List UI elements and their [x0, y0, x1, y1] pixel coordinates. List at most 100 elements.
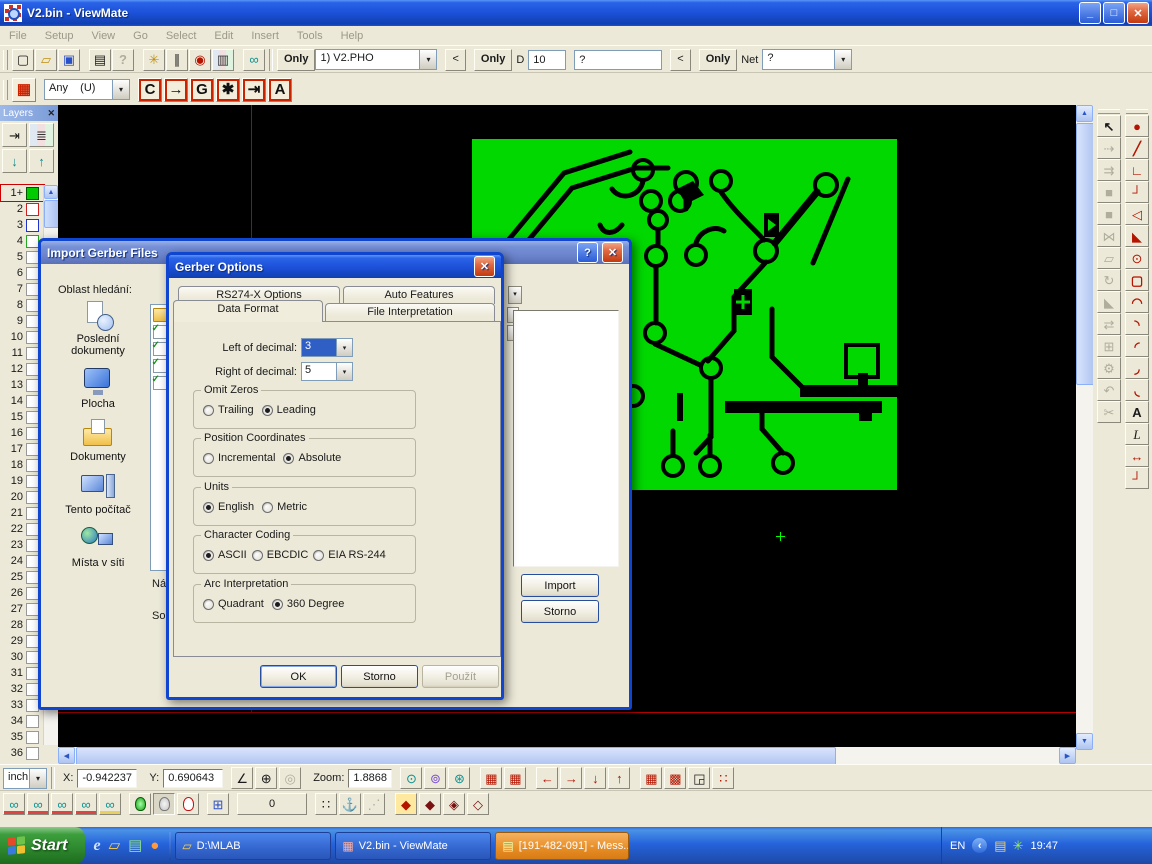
swap-button[interactable]: ⇄	[1097, 313, 1121, 335]
close-button[interactable]: ✕	[474, 256, 495, 277]
circle-tool-button[interactable]: ⊙	[1125, 247, 1149, 269]
place-recent-documents[interactable]: Poslední dokumenty	[48, 301, 148, 357]
layer-combo[interactable]: 1) V2.PHO ▾	[315, 49, 437, 70]
task-mlab-folder[interactable]: ▱ D:\MLAB	[175, 832, 331, 860]
chevron-down-icon[interactable]: ▾	[112, 80, 129, 99]
layer-row[interactable]: 1+	[1, 185, 44, 201]
view-filter-pads-button[interactable]: ∞	[3, 793, 25, 815]
flash-pad-button[interactable]: ●	[1125, 115, 1149, 137]
anchor-button[interactable]: ⚓	[339, 793, 361, 815]
layer-row[interactable]: 35	[1, 729, 44, 745]
scroll-left-icon[interactable]: ◀	[58, 747, 75, 764]
ok-button[interactable]: OK	[260, 665, 337, 688]
scale-button[interactable]: ◣	[1097, 291, 1121, 313]
apply-button[interactable]: Použít	[422, 665, 499, 688]
group-g-button[interactable]: G	[190, 78, 214, 102]
cut-button[interactable]: ✂	[1097, 401, 1121, 423]
place-my-computer[interactable]: Tento počítač	[48, 472, 148, 516]
grid-lines-toggle-button[interactable]: ▦	[504, 767, 526, 789]
layer-row[interactable]: 2	[1, 201, 44, 217]
layers-panel-header[interactable]: Layers ✕	[0, 105, 58, 121]
dcode-filter-input[interactable]: ?	[574, 50, 662, 70]
look-in-combo-arrow[interactable]: ▾	[508, 286, 522, 304]
menu-item[interactable]: View	[82, 28, 124, 44]
context-help-button[interactable]: ?	[112, 49, 134, 71]
flash-aperture-button[interactable]: ✳	[143, 49, 165, 71]
view-filter-lines-button[interactable]: ∞	[27, 793, 49, 815]
pan-left-button[interactable]: ←	[536, 767, 558, 789]
pattern-select-button[interactable]: ▦	[12, 78, 36, 102]
close-button[interactable]: ✕	[1127, 2, 1149, 24]
minimize-button[interactable]: _	[1079, 2, 1101, 24]
view-filter-solid-button[interactable]: ∞	[51, 793, 73, 815]
help-button[interactable]: ?	[577, 242, 598, 263]
bulb-outline-button[interactable]	[177, 793, 199, 815]
menu-item[interactable]: Help	[332, 28, 373, 44]
chevron-down-icon[interactable]: ▾	[419, 50, 436, 69]
step-repeat-button[interactable]: ⊞	[1097, 335, 1121, 357]
fill-area-button[interactable]: ■	[1097, 181, 1121, 203]
any-filter-combo[interactable]: Any (U) ▾	[44, 79, 130, 100]
radio-metric[interactable]: Metric	[262, 501, 307, 513]
cancel-button[interactable]: Storno	[341, 665, 418, 688]
measure-glasses-button[interactable]: ∞	[243, 49, 265, 71]
layer-color-swatch[interactable]	[26, 203, 39, 216]
radio-360-degree[interactable]: 360 Degree	[272, 598, 345, 610]
menu-item[interactable]: Select	[157, 28, 206, 44]
view-filter-sketch-button[interactable]: ∞	[99, 793, 121, 815]
radio-incremental[interactable]: Incremental	[203, 452, 275, 464]
text-tool-button[interactable]: A	[1125, 401, 1149, 423]
layer-row[interactable]: 36	[1, 745, 44, 761]
radio-trailing[interactable]: Trailing	[203, 404, 254, 416]
menu-item[interactable]: File	[0, 28, 36, 44]
open-file-button[interactable]: ▱	[35, 49, 57, 71]
pan-down-button[interactable]: ↓	[584, 767, 606, 789]
layer-color-swatch[interactable]	[26, 715, 39, 728]
zoom-dynamic-button[interactable]: ⊛	[448, 767, 470, 789]
restore-button[interactable]: □	[1103, 2, 1125, 24]
fill-rect-button[interactable]: ■	[1097, 203, 1121, 225]
tab-file-interpretation[interactable]: File Interpretation	[325, 303, 495, 321]
units-combo[interactable]: inch ▾	[3, 768, 47, 789]
line-tool-button[interactable]: ╱	[1125, 137, 1149, 159]
text-a-button[interactable]: A	[268, 78, 292, 102]
menu-item[interactable]: Edit	[205, 28, 242, 44]
move-button[interactable]: ⇢	[1097, 137, 1121, 159]
dcode-view-button[interactable]: ◉	[189, 49, 211, 71]
scroll-right-icon[interactable]: ▶	[1059, 747, 1076, 764]
goto-arrow-button[interactable]: →	[164, 78, 188, 102]
dialog-title-bar[interactable]: Gerber Options ✕	[169, 255, 501, 278]
spoke-tool-button[interactable]: ◁	[1125, 203, 1149, 225]
grid-zoom-button[interactable]: ▦	[640, 767, 662, 789]
radio-quadrant[interactable]: Quadrant	[203, 598, 264, 610]
only-net-button[interactable]: Only	[699, 49, 737, 71]
layer-up-button[interactable]: ↑	[29, 149, 54, 173]
pad-mode-solid-button[interactable]: ◆	[395, 793, 417, 815]
layer-shift-button[interactable]: ⇥	[2, 123, 27, 147]
only-dcode-button[interactable]: Only	[474, 49, 512, 71]
vertex-button[interactable]: ⋰	[363, 793, 385, 815]
tray-icq-icon[interactable]: ✳	[1013, 838, 1024, 854]
place-network[interactable]: Místa v síti	[48, 525, 148, 569]
grid-overlay-button[interactable]: ▩	[664, 767, 686, 789]
layer-color-swatch[interactable]	[26, 187, 39, 200]
radar-button[interactable]: ◎	[279, 767, 301, 789]
radio-eia-rs244[interactable]: EIA RS-244	[313, 549, 385, 561]
place-desktop[interactable]: Plocha	[48, 366, 148, 410]
radio-ascii[interactable]: ASCII	[203, 549, 247, 561]
previous-dcode-button[interactable]: <	[670, 49, 690, 71]
settings-gear-button[interactable]: ⚙	[1097, 357, 1121, 379]
bulb-on-button[interactable]	[129, 793, 151, 815]
print-button[interactable]: ▤	[89, 49, 111, 71]
radio-ebcdic[interactable]: EBCDIC	[252, 549, 309, 561]
dcode-input[interactable]: 10	[528, 50, 566, 70]
book-quick-icon[interactable]: ▤	[128, 838, 142, 853]
right-of-decimal-combo[interactable]: 5 ▾	[301, 362, 353, 381]
layer-color-swatch[interactable]	[26, 731, 39, 744]
net-combo[interactable]: ? ▾	[762, 49, 852, 70]
layer-color-swatch[interactable]	[26, 219, 39, 232]
left-of-decimal-combo[interactable]: 3 ▾	[301, 338, 353, 357]
arc-sw-tool-button[interactable]: ◟	[1125, 379, 1149, 401]
copy-button[interactable]: ⇉	[1097, 159, 1121, 181]
corner-tool-button[interactable]: ┘	[1125, 181, 1149, 203]
